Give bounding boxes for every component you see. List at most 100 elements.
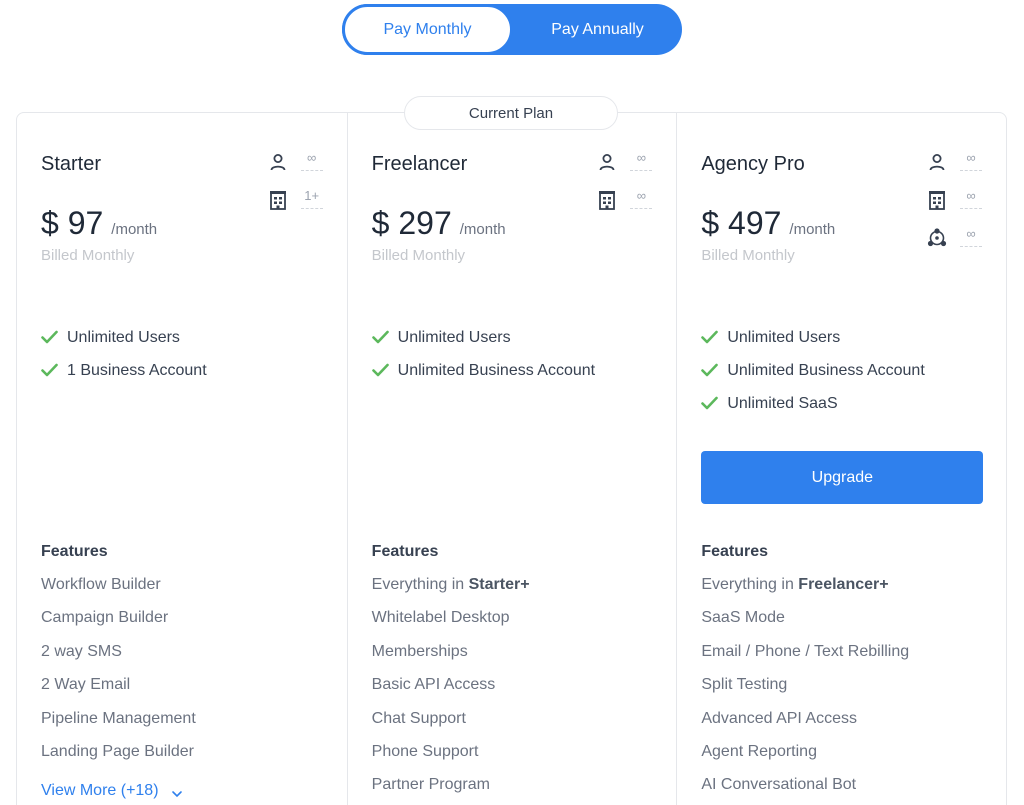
highlight-label: Unlimited Business Account (727, 361, 925, 379)
plan-limits: ∞ 1+ (267, 149, 325, 225)
limit-users: ∞ (596, 149, 654, 187)
feature-item: Chat Support (371, 709, 466, 727)
limit-value: 1+ (300, 187, 323, 209)
features-title: Features (701, 543, 769, 560)
billing-note: Billed Monthly (701, 247, 795, 264)
building-icon (596, 189, 618, 211)
feature-item: Agent Reporting (701, 742, 817, 760)
feature-item: Workflow Builder (41, 576, 161, 593)
pay-monthly-option[interactable]: Pay Monthly (342, 4, 514, 55)
highlight-label: Unlimited Users (67, 328, 180, 346)
feature-item: Memberships (371, 642, 468, 660)
plan-price: $ 497 (701, 205, 782, 241)
plan-highlights: Unlimited Users Unlimited Business Accou… (371, 321, 596, 387)
price-period: /month (111, 221, 158, 238)
feature-item: Email / Phone / Text Rebilling (701, 642, 910, 660)
limit-business-accounts: 1+ (267, 187, 325, 225)
building-icon (926, 189, 948, 211)
check-icon (371, 363, 398, 379)
limit-value: ∞ (300, 149, 323, 171)
features-prefix: Everything in (701, 576, 794, 593)
feature-item: Partner Program (371, 776, 490, 794)
check-icon (701, 363, 727, 379)
limit-value: ∞ (630, 149, 653, 171)
highlight-item: Unlimited Users (41, 321, 207, 354)
highlight-label: Unlimited Users (727, 328, 841, 346)
plan-card-starter: Starter ∞ 1+ $ 97 /month Billed Monthly (17, 113, 347, 805)
saas-network-icon (926, 227, 948, 249)
billing-toggle[interactable]: Pay Monthly Pay Annually (342, 4, 682, 55)
feature-item: Landing Page Builder (41, 742, 195, 760)
plan-name: Freelancer (371, 153, 468, 175)
highlight-item: Unlimited Users (701, 321, 924, 354)
features-list: Features Everything in Starter+ Whitelab… (372, 541, 530, 805)
check-icon (701, 330, 727, 346)
features-list: Features Everything in Freelancer+ SaaS … (701, 541, 909, 805)
feature-item: Everything in Starter+ (372, 574, 530, 607)
plan-highlights: Unlimited Users Unlimited Business Accou… (701, 321, 925, 420)
plan-card-agency-pro: Agency Pro ∞ ∞ ∞ $ 497 /month Billed Mon… (676, 113, 1006, 805)
features-prefix-plan: Freelancer+ (798, 576, 889, 593)
features-title: Features (41, 543, 108, 560)
feature-item: Advanced API Access (701, 709, 857, 727)
billing-note: Billed Monthly (371, 247, 466, 264)
limit-value: ∞ (960, 149, 983, 171)
check-icon (701, 396, 727, 412)
plan-highlights: Unlimited Users 1 Business Account (41, 321, 207, 387)
plan-name: Agency Pro (701, 153, 805, 175)
feature-item: AI Conversational Bot (701, 776, 857, 794)
highlight-label: 1 Business Account (67, 361, 207, 379)
price-row: $ 97 /month (41, 205, 157, 242)
billing-note: Billed Monthly (41, 247, 135, 264)
current-plan-badge: Current Plan (404, 96, 618, 130)
plan-limits: ∞ ∞ (596, 149, 654, 225)
view-more-link[interactable]: View More (+18) (41, 774, 196, 805)
check-icon (41, 363, 67, 379)
user-icon (267, 151, 289, 173)
upgrade-button[interactable]: Upgrade (701, 451, 984, 504)
price-row: $ 297 /month (372, 205, 506, 242)
feature-item: Whitelabel Desktop (371, 609, 510, 627)
feature-item: Split Testing (701, 676, 788, 694)
highlight-item: Unlimited Business Account (701, 354, 925, 387)
limit-value: ∞ (960, 225, 983, 247)
features-prefix-plan: Starter+ (468, 576, 530, 593)
highlight-item: Unlimited Business Account (371, 354, 596, 387)
limit-value: ∞ (630, 187, 653, 209)
plan-card-freelancer: Freelancer ∞ ∞ $ 297 /month Billed Month… (346, 113, 677, 805)
limit-business-accounts: ∞ (596, 187, 654, 225)
limit-users: ∞ (926, 149, 984, 187)
check-icon (41, 330, 67, 346)
highlight-label: Unlimited SaaS (727, 394, 838, 412)
feature-item: Phone Support (371, 742, 479, 760)
feature-item: Basic API Access (371, 676, 496, 694)
feature-item: Campaign Builder (41, 609, 169, 627)
highlight-label: Unlimited Users (397, 328, 511, 346)
plan-price: $ 97 (41, 205, 104, 241)
feature-item: 2 way SMS (41, 642, 122, 660)
user-icon (596, 151, 618, 173)
pay-annually-option[interactable]: Pay Annually (513, 4, 682, 55)
price-row: $ 497 /month (701, 205, 835, 242)
highlight-item: Unlimited Users (371, 321, 595, 354)
check-icon (371, 330, 398, 346)
user-icon (926, 151, 948, 173)
limit-users: ∞ (267, 149, 325, 187)
features-list: Features Workflow Builder Campaign Build… (41, 541, 196, 805)
highlight-item: Unlimited SaaS (701, 387, 924, 420)
plans-container: Starter ∞ 1+ $ 97 /month Billed Monthly (16, 112, 1007, 805)
feature-item: 2 Way Email (41, 676, 131, 694)
chevron-down-icon (171, 785, 183, 798)
plan-limits: ∞ ∞ ∞ (926, 149, 984, 263)
price-period: /month (789, 221, 836, 238)
features-prefix: Everything in (371, 576, 465, 593)
plan-name: Starter (41, 153, 102, 175)
feature-item: SaaS Mode (701, 609, 785, 627)
features-title: Features (371, 543, 439, 560)
feature-item: Pipeline Management (41, 709, 196, 727)
highlight-label: Unlimited Business Account (397, 361, 596, 379)
price-period: /month (459, 221, 506, 238)
limit-business-accounts: ∞ (926, 187, 984, 225)
limit-value: ∞ (960, 187, 983, 209)
view-more-label: View More (+18) (41, 782, 159, 800)
